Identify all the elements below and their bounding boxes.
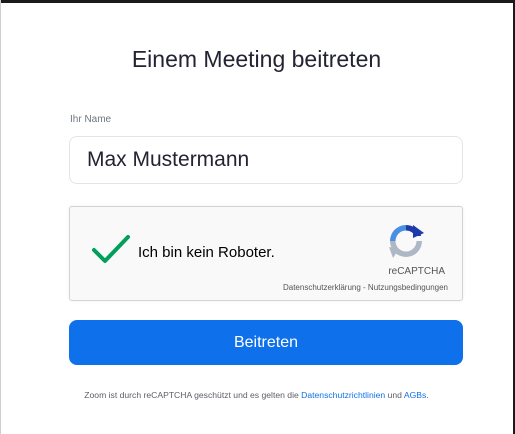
footer-text: Zoom ist durch reCAPTCHA geschützt und e…	[84, 390, 302, 400]
join-meeting-card: Einem Meeting beitreten Ihr Name Max Mus…	[1, 3, 512, 434]
recaptcha-privacy-link[interactable]: Datenschutzerklärung	[283, 283, 361, 292]
footer-terms-link[interactable]: AGBs	[404, 390, 426, 400]
name-input[interactable]: Max Mustermann	[69, 136, 463, 184]
page-title: Einem Meeting beitreten	[131, 46, 382, 72]
join-button[interactable]: Beitreten	[69, 320, 463, 365]
recaptcha-link-separator: -	[360, 283, 368, 292]
footer-notice: Zoom ist durch reCAPTCHA geschützt und e…	[1, 390, 512, 400]
recaptcha-brand: reCAPTCHA	[388, 266, 445, 277]
checkmark-icon[interactable]	[91, 233, 131, 265]
recaptcha-links: Datenschutzerklärung - Nutzungsbedingung…	[283, 283, 448, 292]
footer-period: .	[426, 390, 429, 400]
name-field-label: Ihr Name	[70, 114, 112, 125]
recaptcha-widget: Ich bin kein Roboter. reCAPTCHA Datensch…	[69, 206, 463, 301]
window-edge-top	[0, 0, 515, 3]
recaptcha-logo-icon	[389, 225, 424, 258]
recaptcha-label: Ich bin kein Roboter.	[138, 244, 275, 261]
recaptcha-terms-link[interactable]: Nutzungsbedingungen	[368, 283, 448, 292]
footer-privacy-link[interactable]: Datenschutzrichtlinien	[301, 390, 385, 400]
window-edge-left	[0, 0, 1, 434]
page-frame: Einem Meeting beitreten Ihr Name Max Mus…	[0, 0, 515, 434]
footer-and: und	[385, 390, 404, 400]
